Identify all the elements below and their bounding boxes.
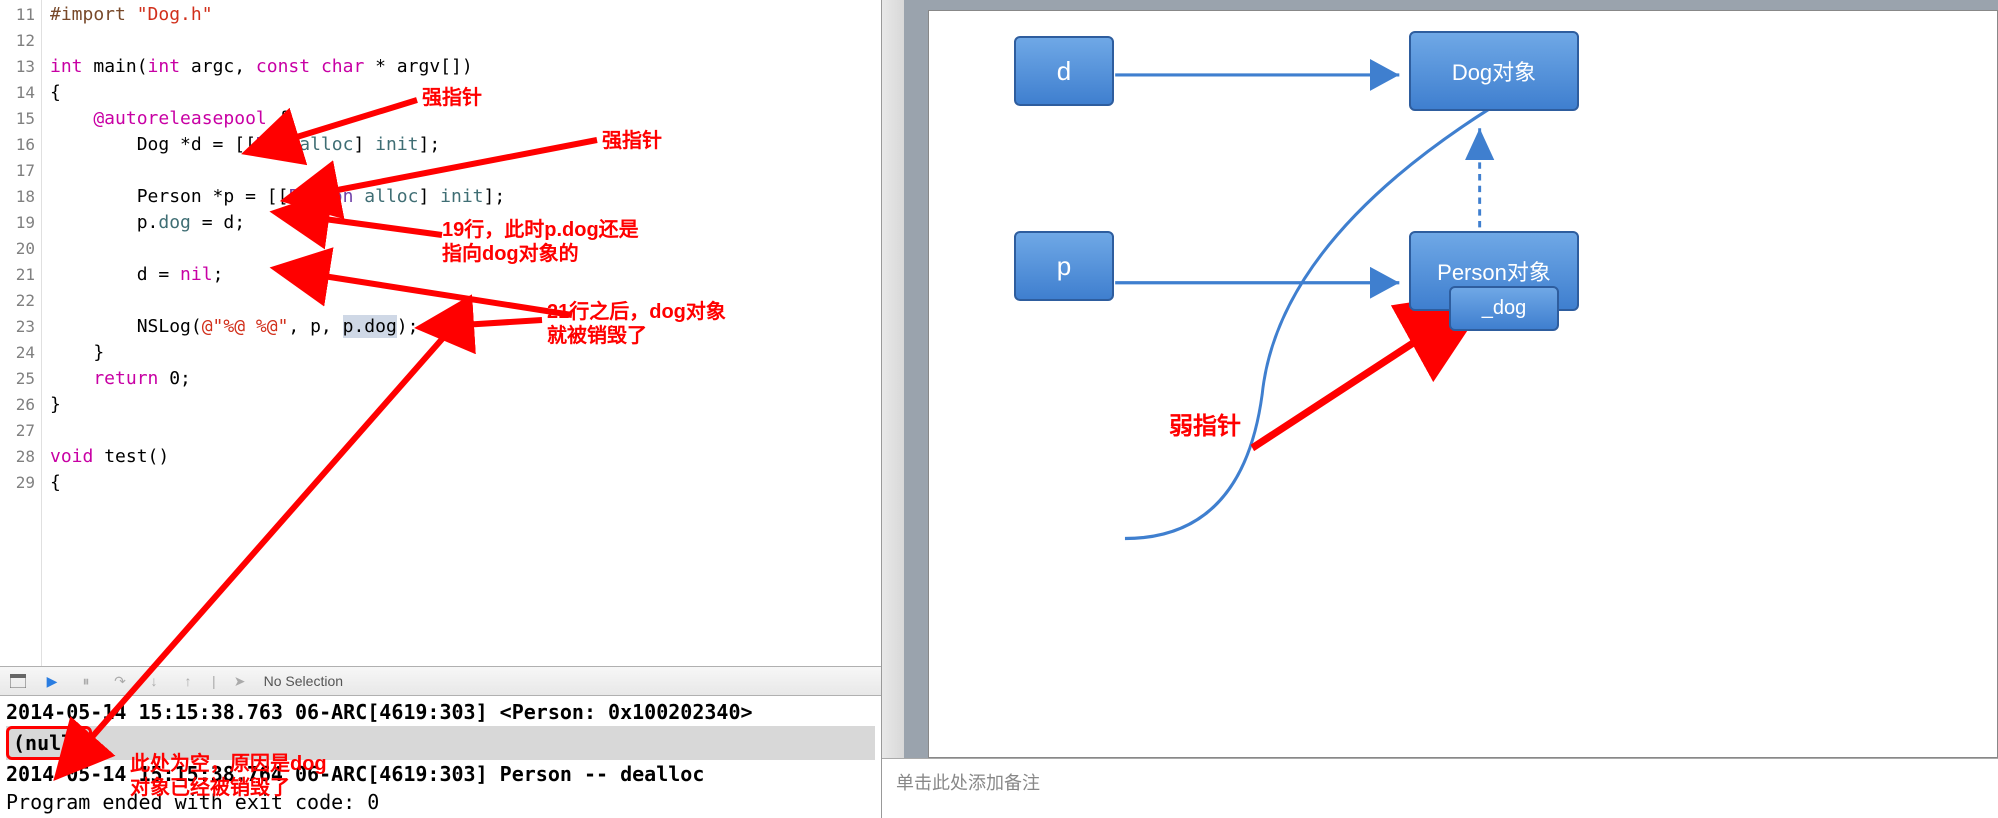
line-number: 24: [0, 340, 35, 366]
node-label: _dog: [1482, 297, 1527, 320]
code-token: , p,: [288, 316, 342, 337]
line-number: 21: [0, 262, 35, 288]
node-label: Person对象: [1437, 255, 1551, 287]
slide-content: d p Dog对象 Person对象 _dog 弱指针: [928, 10, 1998, 758]
code-token: {: [50, 470, 881, 496]
code-token: * argv[]): [364, 56, 472, 77]
line-number: 23: [0, 314, 35, 340]
code-token: init: [375, 134, 418, 155]
code-token-selected: p.dog: [343, 315, 397, 338]
line-number: 29: [0, 470, 35, 496]
code-token: ]: [353, 134, 375, 155]
line-number: 12: [0, 28, 35, 54]
slide-canvas[interactable]: d p Dog对象 Person对象 _dog 弱指针: [904, 0, 1998, 758]
code-token: @"%@ %@": [202, 316, 289, 337]
console-output[interactable]: 2014-05-14 15:15:38.763 06-ARC[4619:303]…: [0, 696, 881, 818]
line-number: 11: [0, 2, 35, 28]
line-number: 26: [0, 392, 35, 418]
code-token: p.: [50, 212, 158, 233]
source-editor[interactable]: #import "Dog.h" int main(int argc, const…: [42, 0, 881, 666]
code-token: ]: [418, 186, 440, 207]
line-number: 22: [0, 288, 35, 314]
powerpoint-panel: d p Dog对象 Person对象 _dog 弱指针 单击此处添加备注: [881, 0, 1998, 818]
code-token: {: [50, 80, 881, 106]
code-token: }: [50, 340, 881, 366]
ppt-left-scrollbar[interactable]: [882, 0, 904, 758]
node-label: d: [1057, 56, 1071, 87]
console-line: Program ended with exit code: 0: [6, 788, 875, 816]
console-null-highlight: (null): [6, 726, 92, 760]
line-number-gutter: 11 12 13 14 15 16 17 18 19 20 21 22 23 2…: [0, 0, 42, 666]
code-token: );: [397, 316, 419, 337]
line-number: 20: [0, 236, 35, 262]
toggle-debug-icon[interactable]: [8, 671, 28, 691]
line-number: 18: [0, 184, 35, 210]
code-token: Person: [288, 186, 353, 207]
debug-toolbar: ▶ ⏸ ↷ ↓ ↑ | ➤ No Selection: [0, 666, 881, 696]
console-line: 2014-05-14 15:15:38.763 06-ARC[4619:303]…: [6, 698, 875, 726]
console-line: 2014-05-14 15:15:38.764 06-ARC[4619:303]…: [6, 760, 875, 788]
code-token: main(: [83, 56, 148, 77]
diagram-node-dog-property[interactable]: _dog: [1449, 286, 1559, 331]
line-number: 17: [0, 158, 35, 184]
pause-icon[interactable]: ⏸: [76, 671, 96, 691]
code-token: int: [50, 56, 83, 77]
code-token: 0;: [158, 368, 191, 389]
step-in-icon[interactable]: ↓: [144, 671, 164, 691]
step-out-icon[interactable]: ↑: [178, 671, 198, 691]
code-token: ];: [419, 134, 441, 155]
code-token: "Dog.h": [137, 4, 213, 25]
code-token: ;: [213, 264, 224, 285]
location-icon[interactable]: ➤: [230, 671, 250, 691]
ppt-notes-area[interactable]: 单击此处添加备注: [882, 758, 1998, 818]
node-label: Dog对象: [1452, 55, 1536, 87]
line-number: 15: [0, 106, 35, 132]
diagram-node-d[interactable]: d: [1014, 36, 1114, 106]
line-number: 27: [0, 418, 35, 444]
notes-placeholder: 单击此处添加备注: [896, 773, 1040, 793]
debug-selection-label: No Selection: [264, 673, 343, 689]
line-number: 28: [0, 444, 35, 470]
step-over-icon[interactable]: ↷: [110, 671, 130, 691]
line-number: 16: [0, 132, 35, 158]
ppt-slide-area: d p Dog对象 Person对象 _dog 弱指针: [882, 0, 1998, 758]
code-token: char: [310, 56, 364, 77]
code-token: init: [440, 186, 483, 207]
code-token: nil: [180, 264, 213, 285]
code-token: Dog *d = [[: [50, 134, 256, 155]
code-token: dog: [158, 212, 191, 233]
code-token: }: [50, 392, 881, 418]
xcode-editor-panel: 11 12 13 14 15 16 17 18 19 20 21 22 23 2…: [0, 0, 881, 818]
line-number: 25: [0, 366, 35, 392]
diagram-connectors: [929, 11, 1997, 757]
code-token: Dog: [256, 134, 289, 155]
code-token: void: [50, 446, 93, 467]
node-label: p: [1057, 251, 1071, 282]
line-number: 19: [0, 210, 35, 236]
continue-icon[interactable]: ▶: [42, 671, 62, 691]
code-token: Person *p = [[: [50, 186, 288, 207]
code-token: alloc: [353, 186, 418, 207]
code-area: 11 12 13 14 15 16 17 18 19 20 21 22 23 2…: [0, 0, 881, 666]
code-token: int: [148, 56, 181, 77]
annotation-weak-pointer: 弱指针: [1169, 406, 1241, 441]
diagram-node-p[interactable]: p: [1014, 231, 1114, 301]
code-token: ];: [484, 186, 506, 207]
code-token: #import: [50, 4, 137, 25]
code-token: {: [267, 108, 289, 129]
code-token: alloc: [288, 134, 353, 155]
code-token: return: [50, 368, 158, 389]
code-token: = d;: [191, 212, 245, 233]
code-token: const: [256, 56, 310, 77]
code-token: @autoreleasepool: [50, 108, 267, 129]
line-number: 14: [0, 80, 35, 106]
diagram-node-dog-object[interactable]: Dog对象: [1409, 31, 1579, 111]
code-token: argc,: [180, 56, 256, 77]
line-number: 13: [0, 54, 35, 80]
code-token: test(): [93, 446, 169, 467]
code-token: d =: [50, 264, 180, 285]
code-token: NSLog(: [50, 316, 202, 337]
